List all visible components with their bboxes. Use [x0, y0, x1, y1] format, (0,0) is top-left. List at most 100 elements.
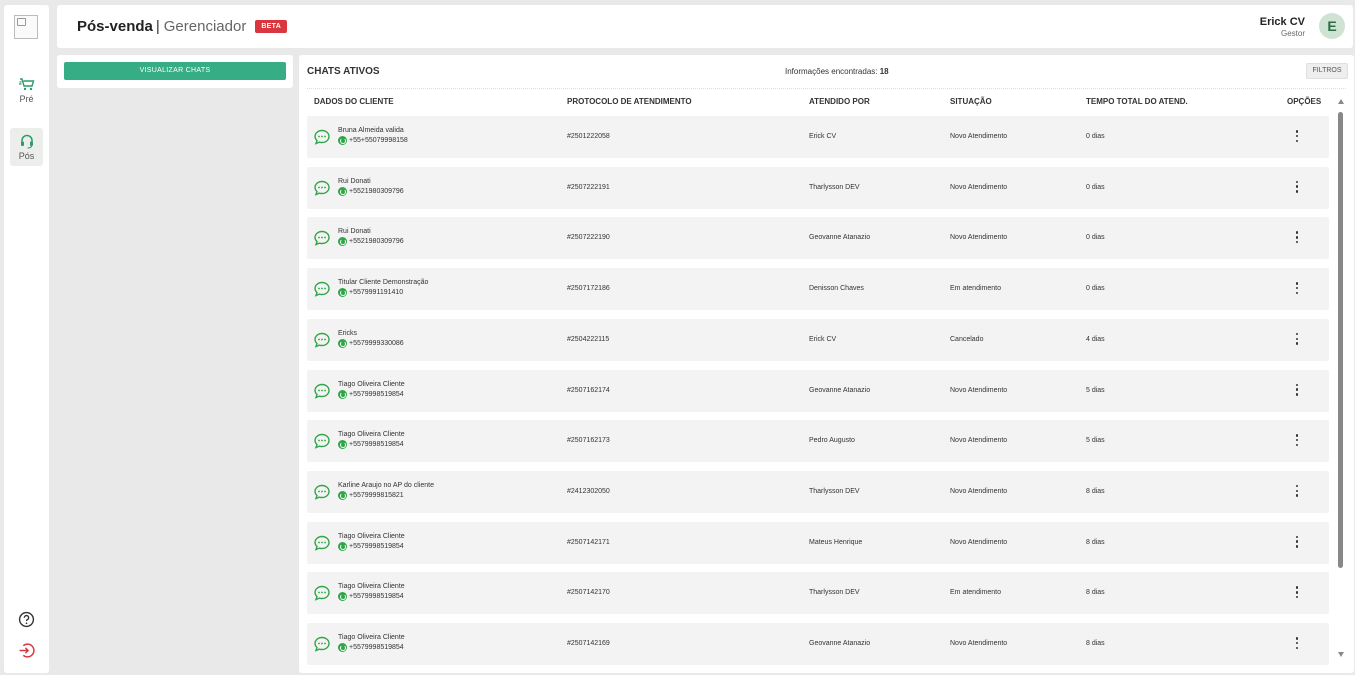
total-time: 0 dias — [1086, 183, 1105, 191]
client-phone: +5579998519854 — [338, 440, 404, 450]
table-row[interactable]: Tiago Oliveira Cliente +5579998519854 #2… — [307, 521, 1329, 564]
chat-icon — [314, 433, 330, 449]
agent: Geovanne Atanazio — [809, 234, 871, 242]
options-menu-icon[interactable] — [1292, 636, 1302, 650]
page-title-main: Pós-venda — [77, 18, 153, 35]
client-phone: +55+55079998158 — [338, 136, 408, 145]
page-subtitle: Gerenciador — [163, 18, 247, 35]
status: Novo Atendimento — [950, 538, 1008, 546]
scroll-up-arrow[interactable] — [1338, 99, 1344, 104]
total-time: 0 dias — [1086, 285, 1105, 293]
chat-icon — [314, 231, 330, 247]
column-header: SITUAÇÃO — [950, 97, 992, 106]
whatsapp-icon — [338, 389, 347, 399]
client-name: Rui Donati — [338, 177, 371, 185]
total-time: 8 dias — [1086, 640, 1105, 647]
chat-icon — [314, 636, 330, 652]
user-info[interactable]: Erick CV Gestor — [1260, 16, 1305, 38]
table-header: DADOS DO CLIENTE PROTOCOLO DE ATENDIMENT… — [299, 97, 1354, 109]
protocol: #2507222190 — [567, 234, 610, 242]
options-menu-icon[interactable] — [1292, 433, 1302, 447]
client-phone-number: +55+55079998158 — [349, 137, 408, 144]
table-row[interactable]: Rui Donati +5521980309796 #2507222191 Th… — [307, 166, 1329, 209]
client-phone-number: +5521980309796 — [349, 187, 404, 195]
headset-icon — [20, 134, 33, 149]
client-name: Karline Araujo no AP do cliente — [338, 481, 434, 489]
client-phone-number: +5579999815821 — [349, 491, 404, 499]
scroll-down-arrow[interactable] — [1338, 652, 1344, 657]
client-phone-number: +5579998519854 — [349, 644, 404, 651]
total-time: 0 dias — [1086, 133, 1105, 140]
table-row[interactable]: Karline Araujo no AP do cliente +5579999… — [307, 470, 1329, 513]
client-phone: +5579999815821 — [338, 490, 404, 500]
rail-item-label: Pré — [19, 94, 34, 104]
agent: Tharlysson DEV — [809, 487, 860, 495]
options-menu-icon[interactable] — [1292, 484, 1302, 498]
scrollbar-thumb[interactable] — [1338, 112, 1343, 568]
options-menu-icon[interactable] — [1292, 180, 1302, 194]
table-row[interactable]: Tiago Oliveira Cliente +5579998519854 #2… — [307, 369, 1329, 412]
agent: Tharlysson DEV — [809, 183, 860, 191]
client-name: Tiago Oliveira Cliente — [338, 532, 405, 540]
whatsapp-icon — [338, 288, 347, 298]
avatar[interactable]: E — [1319, 13, 1345, 39]
options-menu-icon[interactable] — [1292, 332, 1302, 346]
client-name: Rui Donati — [338, 228, 371, 236]
table-row[interactable]: Bruna Almeida valida +55+55079998158 #25… — [307, 116, 1329, 158]
user-role: Gestor — [1280, 29, 1305, 38]
client-phone-number: +5579999330086 — [349, 339, 404, 347]
protocol: #2507142171 — [567, 538, 610, 546]
options-menu-icon[interactable] — [1292, 281, 1302, 295]
client-name: Bruna Almeida valida — [338, 127, 404, 134]
chat-icon — [314, 586, 330, 602]
options-menu-icon[interactable] — [1292, 535, 1302, 549]
view-chats-button[interactable]: VISUALIZAR CHATS — [64, 62, 286, 80]
table-row[interactable]: Ericks +5579999330086 #2504222115 Erick … — [307, 318, 1329, 361]
status: Novo Atendimento — [950, 437, 1008, 445]
table-row[interactable]: Tiago Oliveira Cliente +5579998519854 #2… — [307, 572, 1329, 615]
column-header: DADOS DO CLIENTE — [314, 97, 394, 106]
protocol: #2501222058 — [567, 133, 610, 140]
options-menu-icon[interactable] — [1292, 129, 1302, 143]
app-logo[interactable] — [14, 15, 38, 39]
column-header: TEMPO TOTAL DO ATEND. — [1086, 97, 1188, 106]
table-row[interactable]: Tiago Oliveira Cliente +5579998519854 #2… — [307, 420, 1329, 463]
whatsapp-icon — [338, 136, 347, 145]
options-menu-icon[interactable] — [1292, 585, 1302, 599]
options-menu-icon[interactable] — [1292, 383, 1302, 397]
logout-button[interactable] — [16, 640, 36, 660]
status: Novo Atendimento — [950, 234, 1008, 242]
client-phone-number: +5579998519854 — [349, 542, 404, 550]
options-menu-icon[interactable] — [1292, 230, 1302, 244]
client-name: Tiago Oliveira Cliente — [338, 380, 405, 388]
protocol: #2507162173 — [567, 437, 610, 445]
title-separator: | — [155, 18, 160, 35]
filters-button[interactable]: FILTROS — [1306, 63, 1348, 79]
results-number: 18 — [879, 67, 889, 76]
column-header: ATENDIDO POR — [809, 97, 870, 106]
status: Em atendimento — [950, 589, 1001, 597]
cart-icon — [18, 78, 34, 91]
total-time: 0 dias — [1086, 234, 1105, 242]
section-title: CHATS ATIVOS — [307, 66, 380, 77]
status: Novo Atendimento — [950, 640, 1008, 647]
rail-item-pos[interactable]: Pós — [10, 128, 43, 166]
client-phone-number: +5579991191410 — [349, 289, 404, 297]
client-phone: +5579998519854 — [338, 643, 404, 652]
rail-item-pre[interactable]: Pré — [10, 71, 43, 109]
table-row[interactable]: Tiago Oliveira Cliente +5579998519854 #2… — [307, 623, 1329, 665]
client-phone: +5579998519854 — [338, 592, 404, 602]
table-row[interactable]: Titular Cliente Demonstração +5579991191… — [307, 268, 1329, 311]
client-name: Tiago Oliveira Cliente — [338, 634, 405, 641]
table-row[interactable]: Rui Donati +5521980309796 #2507222190 Ge… — [307, 217, 1329, 260]
help-button[interactable] — [16, 609, 36, 629]
chat-icon — [314, 281, 330, 297]
column-header: OPÇÕES — [1287, 97, 1322, 106]
protocol: #2412302050 — [567, 487, 610, 495]
total-time: 4 dias — [1086, 335, 1105, 343]
chat-icon — [314, 383, 330, 399]
protocol: #2504222115 — [567, 335, 610, 343]
user-name: Erick CV — [1259, 16, 1305, 28]
results-label: Informações encontradas: — [785, 67, 878, 76]
status: Novo Atendimento — [950, 487, 1008, 495]
